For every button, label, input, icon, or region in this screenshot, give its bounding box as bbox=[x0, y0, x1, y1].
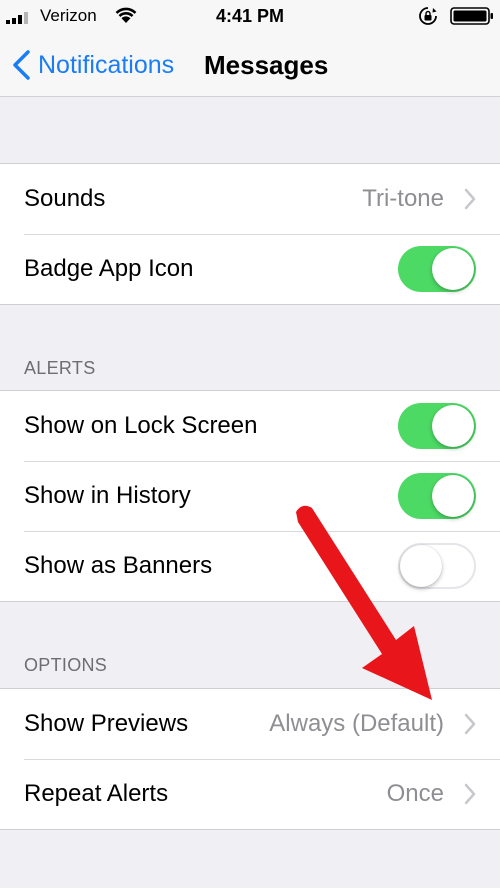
alerts-settings-group: Show on Lock Screen Show in History Show… bbox=[0, 390, 500, 602]
chevron-right-icon bbox=[464, 783, 476, 805]
back-button-label: Notifications bbox=[38, 51, 175, 79]
chevron-right-icon bbox=[464, 188, 476, 210]
show-on-lock-screen-toggle[interactable] bbox=[398, 403, 476, 449]
status-bar: Verizon 4:41 PM bbox=[0, 0, 500, 34]
options-section-header: OPTIONS bbox=[24, 655, 108, 675]
show-in-history-toggle[interactable] bbox=[398, 473, 476, 519]
sounds-row[interactable]: Sounds Tri-tone bbox=[0, 164, 500, 234]
show-in-history-label: Show in History bbox=[24, 482, 191, 509]
badge-app-icon-row: Badge App Icon bbox=[0, 234, 500, 304]
repeat-alerts-value: Once bbox=[386, 780, 444, 807]
back-button[interactable]: Notifications bbox=[10, 48, 174, 82]
battery-icon bbox=[450, 7, 493, 25]
toggle-knob bbox=[432, 405, 474, 447]
show-as-banners-row: Show as Banners bbox=[0, 531, 500, 601]
toggle-knob bbox=[432, 248, 474, 290]
toggle-knob bbox=[400, 545, 442, 587]
toggle-knob bbox=[432, 475, 474, 517]
show-as-banners-label: Show as Banners bbox=[24, 552, 213, 579]
chevron-left-icon bbox=[13, 50, 30, 80]
rotation-lock-icon bbox=[419, 7, 437, 25]
show-on-lock-screen-label: Show on Lock Screen bbox=[24, 412, 258, 439]
settings-screen: Verizon 4:41 PM Notifications Messages S… bbox=[0, 0, 500, 888]
sounds-value: Tri-tone bbox=[362, 185, 444, 212]
badge-app-icon-toggle[interactable] bbox=[398, 246, 476, 292]
general-settings-group: Sounds Tri-tone Badge App Icon bbox=[0, 163, 500, 305]
page-title: Messages bbox=[204, 50, 329, 80]
show-on-lock-screen-row: Show on Lock Screen bbox=[0, 391, 500, 461]
show-previews-value: Always (Default) bbox=[269, 710, 444, 737]
alerts-section-header: ALERTS bbox=[24, 358, 96, 378]
navigation-bar: Notifications Messages bbox=[0, 34, 500, 97]
show-previews-row[interactable]: Show Previews Always (Default) bbox=[0, 689, 500, 759]
badge-app-icon-label: Badge App Icon bbox=[24, 255, 194, 282]
show-in-history-row: Show in History bbox=[0, 461, 500, 531]
chevron-right-icon bbox=[464, 713, 476, 735]
repeat-alerts-row[interactable]: Repeat Alerts Once bbox=[0, 759, 500, 829]
options-settings-group: Show Previews Always (Default) Repeat Al… bbox=[0, 688, 500, 830]
sounds-label: Sounds bbox=[24, 185, 106, 212]
show-as-banners-toggle[interactable] bbox=[398, 543, 476, 589]
repeat-alerts-label: Repeat Alerts bbox=[24, 780, 169, 807]
show-previews-label: Show Previews bbox=[24, 710, 189, 737]
